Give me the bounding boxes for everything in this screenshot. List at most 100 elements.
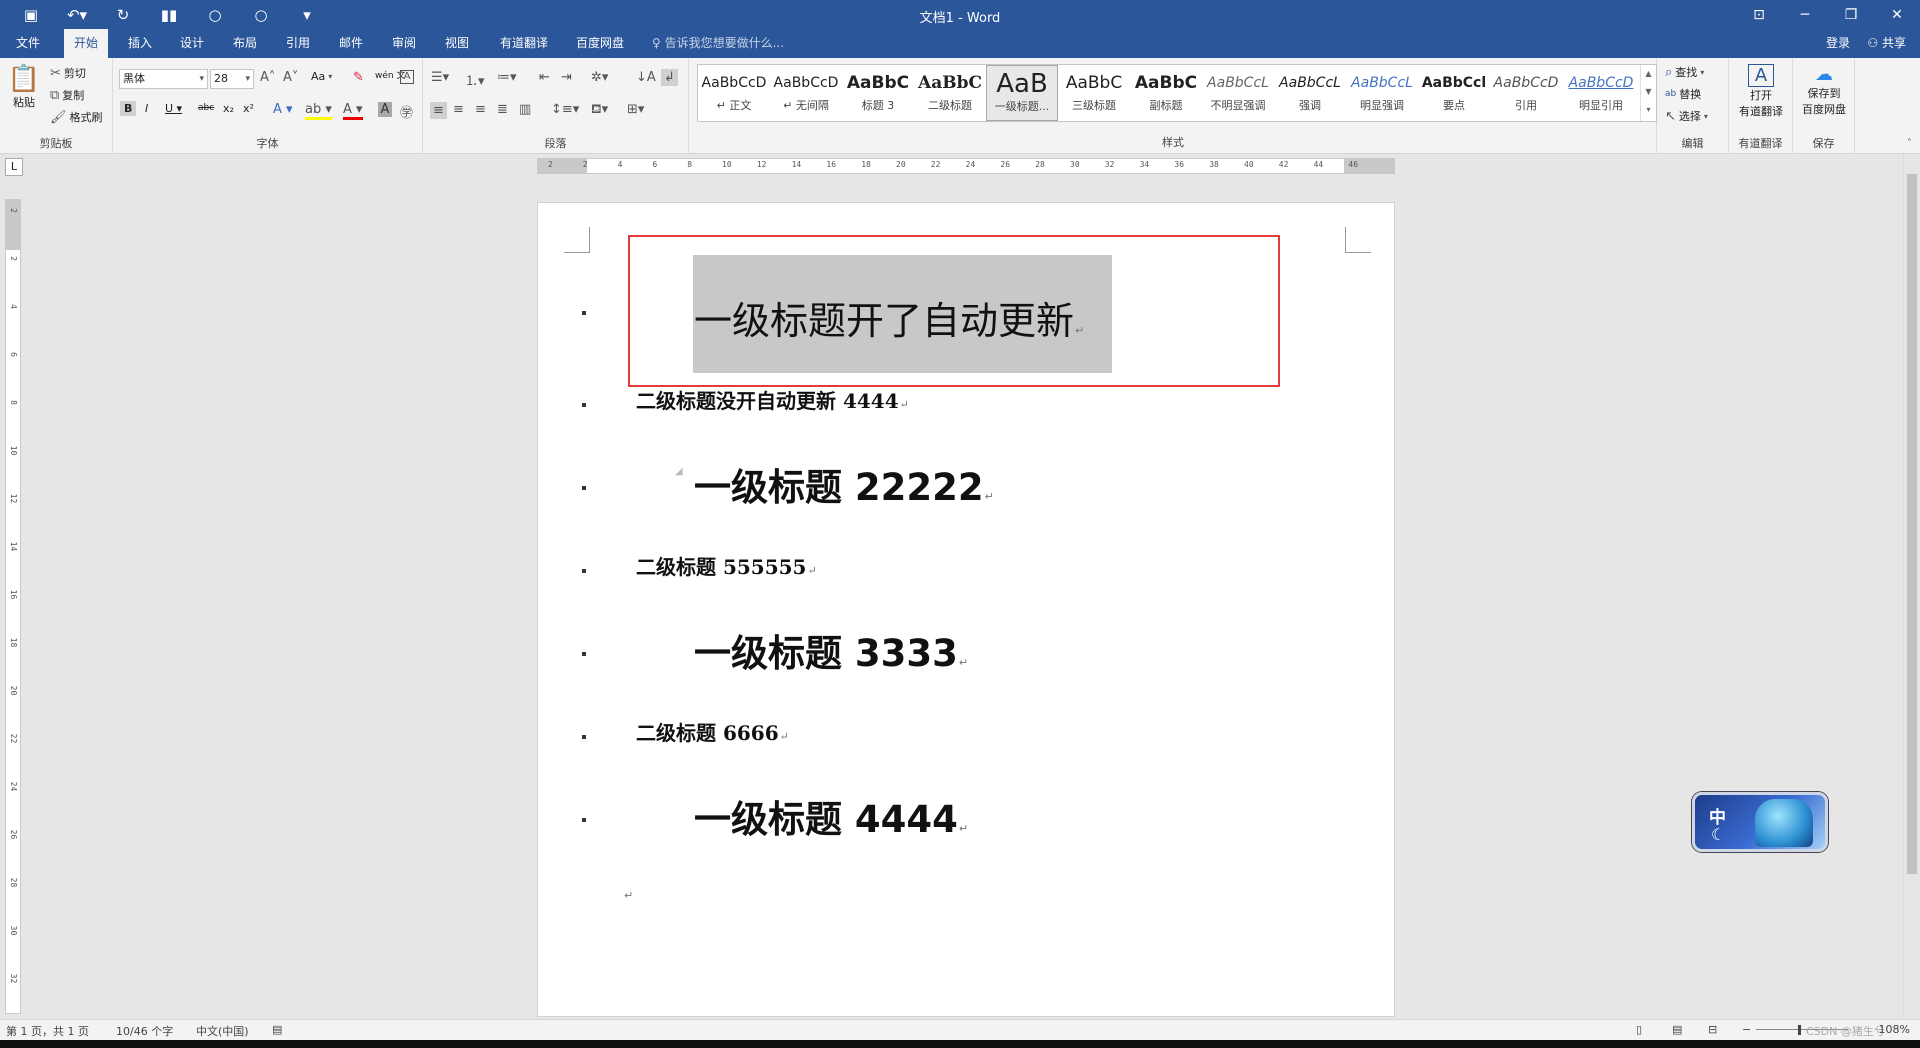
line-spacing-button[interactable]: ↕≡▾	[551, 102, 579, 117]
style-intense-quote[interactable]: AaBbCcD 明显引用	[1562, 65, 1640, 121]
enclose-char-button[interactable]: ㊫	[400, 102, 413, 121]
find-button[interactable]: ⌕ 查找 ▾	[1665, 64, 1704, 80]
vertical-ruler[interactable]: 2 2 4 6 8 10 12 14 16 18 20 22 24 26 28 30 32	[5, 199, 21, 1014]
style-quote[interactable]: AaBbCcD 引用	[1490, 65, 1562, 121]
increase-indent-button[interactable]: ⇥	[561, 70, 572, 85]
scrollbar-thumb[interactable]	[1907, 174, 1917, 874]
numbering-button[interactable]: ⒈▾	[465, 70, 485, 89]
more-styles-icon[interactable]: ▾	[1641, 101, 1656, 119]
scroll-down-icon[interactable]: ▼	[1641, 83, 1656, 101]
heading-2-no-update[interactable]: 二级标题没开自动更新 4444↵	[636, 385, 909, 414]
horizontal-ruler[interactable]: 2 2 4 6 8 10 12 14 16 18 20 22 24 26 28 30 32 34 36 38 40 42 4…	[537, 158, 1395, 174]
tab-mailings[interactable]: 邮件	[329, 29, 373, 58]
replace-button[interactable]: ab 替换	[1665, 86, 1701, 102]
subscript-button[interactable]: x₂	[223, 102, 234, 115]
styles-scroll[interactable]: ▲ ▼ ▾	[1640, 65, 1656, 121]
minimize-button[interactable]: ─	[1782, 0, 1828, 29]
change-case-button[interactable]: Aa ▾	[311, 70, 332, 83]
heading-1[interactable]: 一级标题 4444↵	[694, 789, 968, 843]
clear-format-button[interactable]: ✎	[353, 70, 364, 85]
style-no-spacing[interactable]: AaBbCcD ↵ 无间隔	[770, 65, 842, 121]
select-button[interactable]: ↖ 选择 ▾	[1665, 108, 1708, 124]
strikethrough-button[interactable]: abc	[198, 103, 214, 113]
align-left-button[interactable]: ≡	[430, 102, 447, 119]
font-name-combo[interactable]: 黑体	[119, 69, 208, 89]
tab-insert[interactable]: 插入	[118, 29, 162, 58]
align-right-button[interactable]: ≡	[475, 102, 486, 117]
zoom-level[interactable]: 108%	[1879, 1023, 1910, 1036]
sort-button[interactable]: ↓A	[636, 70, 656, 85]
tab-design[interactable]: 设计	[170, 29, 214, 58]
share-button[interactable]: ⚇ 共享	[1867, 29, 1906, 58]
copy-button[interactable]: ⧉ 复制	[50, 87, 84, 103]
tab-review[interactable]: 审阅	[382, 29, 426, 58]
style-subtitle[interactable]: AaBbC 副标题	[1130, 65, 1202, 121]
ime-status-widget[interactable]: 中 ☾	[1692, 792, 1828, 852]
italic-button[interactable]: I	[145, 102, 148, 115]
font-size-combo[interactable]: 28	[210, 69, 254, 89]
tab-references[interactable]: 引用	[276, 29, 320, 58]
char-border-button[interactable]: A	[400, 70, 414, 84]
heading-1[interactable]: 一级标题 3333↵	[694, 623, 968, 677]
collapse-triangle-icon[interactable]: ◢	[675, 466, 683, 477]
tab-selector[interactable]: L	[5, 158, 23, 176]
style-heading-level2[interactable]: AaBbC 二级标题	[914, 65, 986, 121]
collapse-ribbon-button[interactable]: ˄	[1907, 138, 1912, 149]
tab-youdao[interactable]: 有道翻译	[490, 29, 558, 58]
justify-button[interactable]: ≣	[497, 102, 508, 117]
bullets-button[interactable]: ☰▾	[431, 70, 449, 85]
grow-font-button[interactable]: A˄	[260, 70, 275, 85]
page-count[interactable]: 第 1 页，共 1 页	[6, 1023, 89, 1039]
underline-button[interactable]: U ▾	[165, 102, 182, 115]
font-color-button[interactable]: A ▾	[343, 102, 363, 120]
style-intense-emphasis[interactable]: AaBbCcL 明显强调	[1346, 65, 1418, 121]
word-count[interactable]: 10/46 个字	[116, 1023, 173, 1039]
vertical-scrollbar[interactable]	[1903, 154, 1920, 1019]
save-baidu-button[interactable]: ☁ 保存到 百度网盘	[1794, 64, 1854, 117]
scroll-up-icon[interactable]: ▲	[1641, 65, 1656, 83]
zoom-out-icon[interactable]: −	[1742, 1023, 1751, 1036]
tab-file[interactable]: 文件	[6, 29, 50, 58]
style-strong[interactable]: AaBbCcl 要点	[1418, 65, 1490, 121]
tab-baidu[interactable]: 百度网盘	[566, 29, 634, 58]
language[interactable]: 中文(中国)	[196, 1023, 249, 1039]
chinese-layout-button[interactable]: ✲▾	[591, 70, 608, 85]
zoom-slider-thumb[interactable]	[1798, 1025, 1801, 1035]
style-normal[interactable]: AaBbCcD ↵ 正文	[698, 65, 770, 121]
align-center-button[interactable]: ≡	[453, 102, 464, 117]
style-emphasis[interactable]: AaBbCcL 强调	[1274, 65, 1346, 121]
superscript-button[interactable]: x²	[243, 102, 254, 115]
heading-1[interactable]: 一级标题 22222↵	[694, 457, 994, 511]
style-heading-level3[interactable]: AaBbC 三级标题	[1058, 65, 1130, 121]
restore-button[interactable]: ❐	[1828, 0, 1874, 29]
tell-me-box[interactable]: ♀ 告诉我您想要做什么...	[652, 29, 784, 58]
text-effects-button[interactable]: A ▾	[273, 102, 293, 117]
shading-button[interactable]: ⛾▾	[591, 102, 608, 119]
close-button[interactable]: ✕	[1874, 0, 1920, 29]
borders-button[interactable]: ⊞▾	[627, 102, 644, 117]
style-subtle-emphasis[interactable]: AaBbCcL 不明显强调	[1202, 65, 1274, 121]
read-mode-icon[interactable]: ▯	[1636, 1023, 1642, 1036]
bold-button[interactable]: B	[120, 101, 137, 116]
char-shading-button[interactable]: A	[378, 102, 392, 117]
macro-record-icon[interactable]: ▤	[272, 1023, 282, 1036]
tab-home[interactable]: 开始	[64, 29, 109, 58]
print-layout-icon[interactable]: ▤	[1672, 1023, 1682, 1036]
tab-view[interactable]: 视图	[435, 29, 479, 58]
login-button[interactable]: 登录	[1826, 29, 1850, 58]
paste-button[interactable]: 📋 粘贴	[6, 64, 42, 110]
cut-button[interactable]: ✂ 剪切	[50, 65, 86, 81]
style-heading-3[interactable]: AaBbC 标题 3	[842, 65, 914, 121]
web-layout-icon[interactable]: ⊟	[1708, 1023, 1717, 1036]
heading-2[interactable]: 二级标题 6666↵	[636, 717, 789, 746]
heading-2[interactable]: 二级标题 555555↵	[636, 551, 817, 580]
empty-paragraph[interactable]: ↵	[623, 884, 633, 903]
decrease-indent-button[interactable]: ⇤	[539, 70, 550, 85]
style-heading-level1[interactable]: AaB 一级标题...	[986, 65, 1058, 121]
format-painter-button[interactable]: 🖌 格式刷	[50, 109, 103, 125]
shrink-font-button[interactable]: A˅	[283, 70, 298, 85]
highlight-button[interactable]: ab ▾	[305, 102, 332, 120]
show-marks-button[interactable]: ↲	[661, 69, 678, 86]
tab-layout[interactable]: 布局	[223, 29, 267, 58]
distributed-button[interactable]: ▥	[519, 102, 531, 117]
